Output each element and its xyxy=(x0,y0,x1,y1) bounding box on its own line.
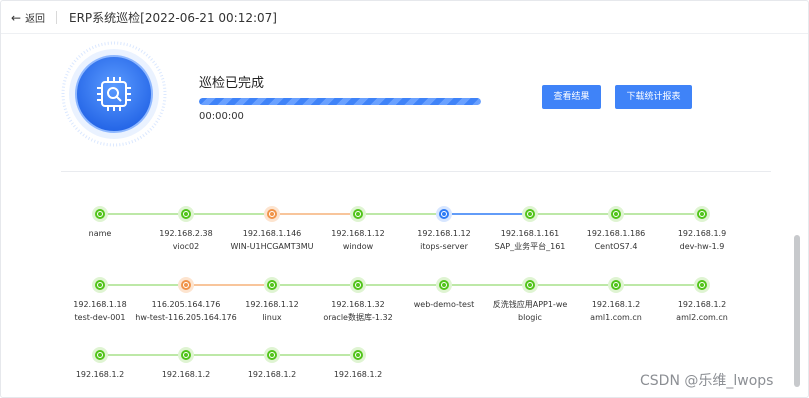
flow-node-dot[interactable] xyxy=(181,280,191,290)
download-report-button[interactable]: 下载统计报表 xyxy=(615,85,692,109)
flow-node-dot[interactable] xyxy=(267,209,277,219)
section-divider xyxy=(61,171,771,172)
flow-node-label: 192.168.1.2 aml2.com.cn xyxy=(676,300,728,322)
inspection-panel: ← 返回 ERP系统巡检[2022-06-21 00:12:07] 巡检已完成 xyxy=(0,0,809,398)
flow-node-label: 192.168.1.9 dev-hw-1.9 xyxy=(677,229,727,251)
flow-node-dot[interactable] xyxy=(181,209,191,219)
flow-node-dot[interactable] xyxy=(439,280,449,290)
progress-bar xyxy=(199,98,481,105)
flow-node-dot[interactable] xyxy=(353,209,363,219)
flow-node-dot[interactable] xyxy=(697,280,707,290)
vertical-scrollbar[interactable] xyxy=(794,235,800,387)
top-bar: ← 返回 ERP系统巡检[2022-06-21 00:12:07] xyxy=(1,1,808,34)
flow-node-dot[interactable] xyxy=(611,280,621,290)
view-results-button[interactable]: 查看结果 xyxy=(542,85,601,109)
page-title: ERP系统巡检[2022-06-21 00:12:07] xyxy=(69,11,277,25)
elapsed-time: 00:00:00 xyxy=(199,111,244,122)
flow-node-dot[interactable] xyxy=(439,209,449,219)
back-label: 返回 xyxy=(25,14,46,25)
arrow-left-icon: ← xyxy=(11,10,22,25)
watermark: CSDN @乐维_lwops xyxy=(640,373,774,389)
flow-node-dot[interactable] xyxy=(267,280,277,290)
chip-search-icon xyxy=(61,41,167,147)
flow-node-dot[interactable] xyxy=(353,280,363,290)
inspection-status: 巡检已完成 xyxy=(199,76,265,91)
flow-node-dot[interactable] xyxy=(267,350,277,360)
flow-node-dot[interactable] xyxy=(353,350,363,360)
flow-node-dot[interactable] xyxy=(95,280,105,290)
flow-node-dot[interactable] xyxy=(697,209,707,219)
flow-node-dot[interactable] xyxy=(611,209,621,219)
flow-node-dot[interactable] xyxy=(181,350,191,360)
flow-node-label: 192.168.1.2 xyxy=(333,370,383,379)
divider xyxy=(56,11,57,24)
flow-node-dot[interactable] xyxy=(525,280,535,290)
back-button[interactable]: ← 返回 xyxy=(11,10,46,26)
progress-fill xyxy=(199,98,481,105)
flow-node-dot[interactable] xyxy=(95,350,105,360)
flow-node-dot[interactable] xyxy=(525,209,535,219)
flow-node-dot[interactable] xyxy=(95,209,105,219)
